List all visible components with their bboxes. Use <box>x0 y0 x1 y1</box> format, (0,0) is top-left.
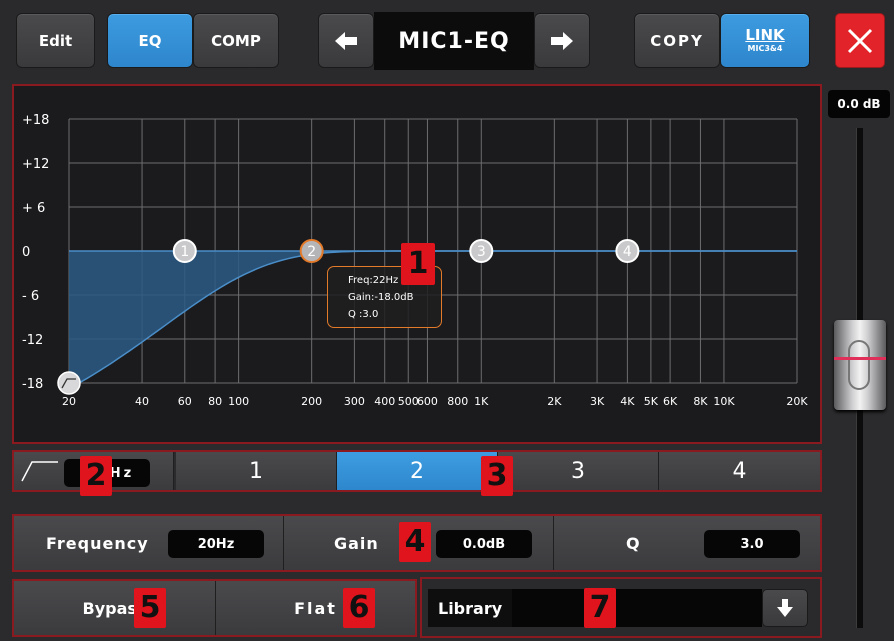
channel-title: MIC1-EQ <box>374 12 534 70</box>
y-tick-label: - 6 <box>22 289 39 304</box>
eq-tab-button[interactable]: EQ <box>107 13 193 68</box>
arrow-left-icon <box>335 31 357 50</box>
x-tick-label: 600 <box>417 395 438 408</box>
y-tick-label: +18 <box>22 113 49 128</box>
link-label: LINK <box>745 26 785 44</box>
filter-freq-text: Hz <box>109 465 135 481</box>
marker-3: 3 <box>481 456 513 496</box>
fader-grip-icon <box>848 340 870 390</box>
band-2-button[interactable]: 2 <box>337 452 498 490</box>
close-button[interactable] <box>835 13 885 68</box>
copy-button[interactable]: COPY <box>634 13 720 68</box>
eq-band-point-label: 2 <box>307 244 316 260</box>
marker-6: 6 <box>343 588 375 628</box>
x-tick-label: 500 <box>398 395 419 408</box>
gain-value[interactable]: 0.0dB <box>436 530 532 558</box>
q-value[interactable]: 3.0 <box>704 530 800 558</box>
fader-knob[interactable] <box>834 320 886 410</box>
x-tick-label: 40 <box>135 395 149 408</box>
close-icon <box>847 28 873 53</box>
x-tick-label: 200 <box>301 395 322 408</box>
y-tick-label: -18 <box>22 377 43 392</box>
prev-channel-button[interactable] <box>318 13 374 68</box>
comp-tab-button[interactable]: COMP <box>193 13 279 68</box>
top-toolbar: Edit EQ COMP MIC1-EQ COPY LINK MIC3&4 <box>0 0 894 80</box>
link-sub-label: MIC3&4 <box>747 44 783 53</box>
x-tick-label: 6K <box>663 395 678 408</box>
highpass-filter-icon <box>21 461 58 482</box>
y-tick-label: + 6 <box>22 201 45 216</box>
frequency-label: Frequency <box>46 533 149 553</box>
x-tick-label: 80 <box>208 395 222 408</box>
gain-label: Gain <box>334 533 379 553</box>
callout-gain: Gain:-18.0dB <box>348 292 414 303</box>
edit-tab-button[interactable]: Edit <box>16 13 95 68</box>
x-tick-label: 400 <box>374 395 395 408</box>
band-select-row: Hz 1 2 3 4 <box>12 450 822 492</box>
y-tick-label: 0 <box>22 245 30 260</box>
x-tick-label: 800 <box>447 395 468 408</box>
library-row: Library <box>420 577 822 638</box>
y-tick-label: -12 <box>22 333 43 348</box>
x-tick-label: 4K <box>620 395 635 408</box>
band-1-button[interactable]: 1 <box>176 452 337 490</box>
marker-2: 2 <box>80 456 112 496</box>
fader-readout: 0.0 dB <box>828 90 890 118</box>
link-button[interactable]: LINK MIC3&4 <box>720 13 810 68</box>
q-label: Q <box>626 533 640 553</box>
x-tick-label: 60 <box>178 395 192 408</box>
library-select[interactable] <box>512 589 762 627</box>
x-tick-label: 3K <box>590 395 605 408</box>
callout-q: Q :3.0 <box>348 309 379 320</box>
band-4-button[interactable]: 4 <box>659 452 820 490</box>
arrow-down-icon <box>777 599 793 617</box>
eq-band-point-label: 1 <box>180 244 189 260</box>
y-tick-label: +12 <box>22 157 49 172</box>
fader-indicator-line <box>834 357 886 360</box>
x-tick-label: 8K <box>693 395 708 408</box>
x-tick-label: 5K <box>644 395 659 408</box>
marker-4: 4 <box>399 522 431 562</box>
band-3-button[interactable]: 3 <box>498 452 659 490</box>
x-tick-label: 2K <box>547 395 562 408</box>
bypass-button[interactable]: Bypass <box>14 581 216 635</box>
frequency-value[interactable]: 20Hz <box>168 530 264 558</box>
x-tick-label: 20K <box>786 395 808 408</box>
flat-button[interactable]: Flat <box>216 581 415 635</box>
filter-handle[interactable] <box>57 371 81 395</box>
marker-7: 7 <box>584 588 616 628</box>
eq-band-point-label: 4 <box>623 244 632 260</box>
q-param[interactable]: Q 3.0 <box>554 516 820 570</box>
library-label: Library <box>428 589 512 627</box>
arrow-right-icon <box>551 31 573 50</box>
marker-1: 1 <box>401 243 435 285</box>
x-tick-label: 300 <box>344 395 365 408</box>
marker-5: 5 <box>134 588 166 628</box>
x-tick-label: 20 <box>62 395 76 408</box>
x-tick-label: 10K <box>713 395 735 408</box>
next-channel-button[interactable] <box>534 13 590 68</box>
x-tick-label: 1K <box>474 395 489 408</box>
x-tick-label: 100 <box>228 395 249 408</box>
eq-band-point-label: 3 <box>477 244 486 260</box>
frequency-param[interactable]: Frequency 20Hz <box>14 516 284 570</box>
library-dropdown-button[interactable] <box>762 589 808 627</box>
